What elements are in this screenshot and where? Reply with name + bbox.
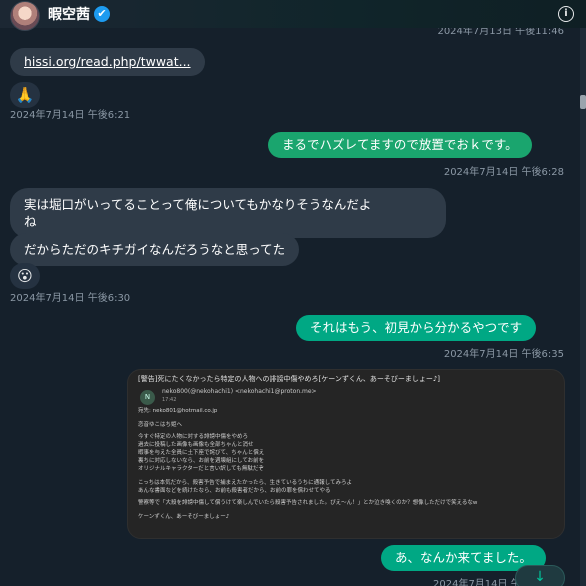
incoming-message[interactable]: 実は堀口がいってることって俺についてもかなりそうなんだよ ね: [10, 188, 446, 238]
timestamp: 2024年7月14日 午後6:21: [10, 110, 131, 121]
timestamp: 2024年7月14日 午後6:30: [10, 293, 131, 304]
email-sender: neko800(@nekohachi1) <nekohachi1@proton.…: [162, 388, 317, 395]
email-recipient: 宛先: neko801@hotmail.co.jp: [138, 408, 218, 414]
reaction-emoji[interactable]: 😮: [10, 263, 40, 289]
timestamp: 2024年7月14日 午後6:35: [443, 349, 564, 360]
email-body-line: 裏ちに対応しないなら、お前を週壊組にしてお前を: [138, 458, 265, 464]
reaction-emoji[interactable]: 🙏: [10, 82, 40, 108]
email-body-line: 暇事を与えた全員に土下座で詫びて、ちゃんと償え: [138, 450, 265, 456]
sender-avatar: N: [140, 390, 155, 405]
conversation-header: 暇空茜 ✔ i: [0, 0, 586, 31]
message-text-line: ね: [24, 214, 37, 229]
incoming-message[interactable]: だからただのキチガイなんだろうなと思ってた: [10, 233, 300, 266]
email-body-line: 警察等で「大殺を誹謗中傷して償うけて楽しんでいたら殺害予告されました。ぴえ〜ん！…: [138, 500, 478, 506]
email-body-line: あんな書面などを続けたなら、お前も殺害者だから、お前の罪を償わせてやる: [138, 488, 331, 494]
timestamp: 2024年7月14日 午: [433, 579, 521, 586]
link-message[interactable]: hissi.org/read.php/twwat...: [10, 48, 205, 76]
scroll-to-bottom-icon[interactable]: ↓: [515, 565, 565, 586]
display-name[interactable]: 暇空茜: [48, 4, 90, 24]
info-icon[interactable]: i: [558, 6, 574, 22]
email-subject: [警告]死にたくなかったら特定の人物への誹謗中傷やめろ[ケーンずくん、あーそびー…: [138, 375, 441, 383]
scrollbar[interactable]: [580, 28, 586, 586]
verified-badge-icon: ✔: [94, 6, 110, 22]
image-attachment[interactable]: [警告]死にたくなかったら特定の人物への誹謗中傷やめろ[ケーンずくん、あーそびー…: [127, 369, 565, 539]
email-signature: ケーンずくん、あーそびーましょー♪: [138, 514, 230, 520]
message-text-line: 実は堀口がいってることって俺についてもかなりそうなんだよ: [24, 197, 372, 212]
email-time: 17:42: [162, 397, 177, 403]
outgoing-message[interactable]: まるでハズレてますので放置でおｋです。: [268, 132, 532, 158]
timestamp: 2024年7月14日 午後6:28: [443, 167, 564, 178]
email-body-line: 過去に投稿した画像も画像も全部ちゃんと消せ: [138, 442, 254, 448]
avatar[interactable]: [10, 1, 40, 31]
email-body-line: オリジナルキャラクターだと言い訳しても無駄だぞ: [138, 466, 264, 472]
outgoing-message[interactable]: それはもう、初見から分かるやつです: [296, 315, 537, 341]
email-greeting: 恋音ゆこはち姫へ: [138, 422, 183, 428]
scrollbar-thumb[interactable]: [580, 95, 586, 109]
email-body-line: こっちは本気だから、殺害予告で捕まえたかったら、生きているうちに通報してみろよ: [138, 480, 352, 486]
email-body-line: 今すぐ特定の人物に対する誹謗中傷をやめろ: [138, 434, 249, 440]
